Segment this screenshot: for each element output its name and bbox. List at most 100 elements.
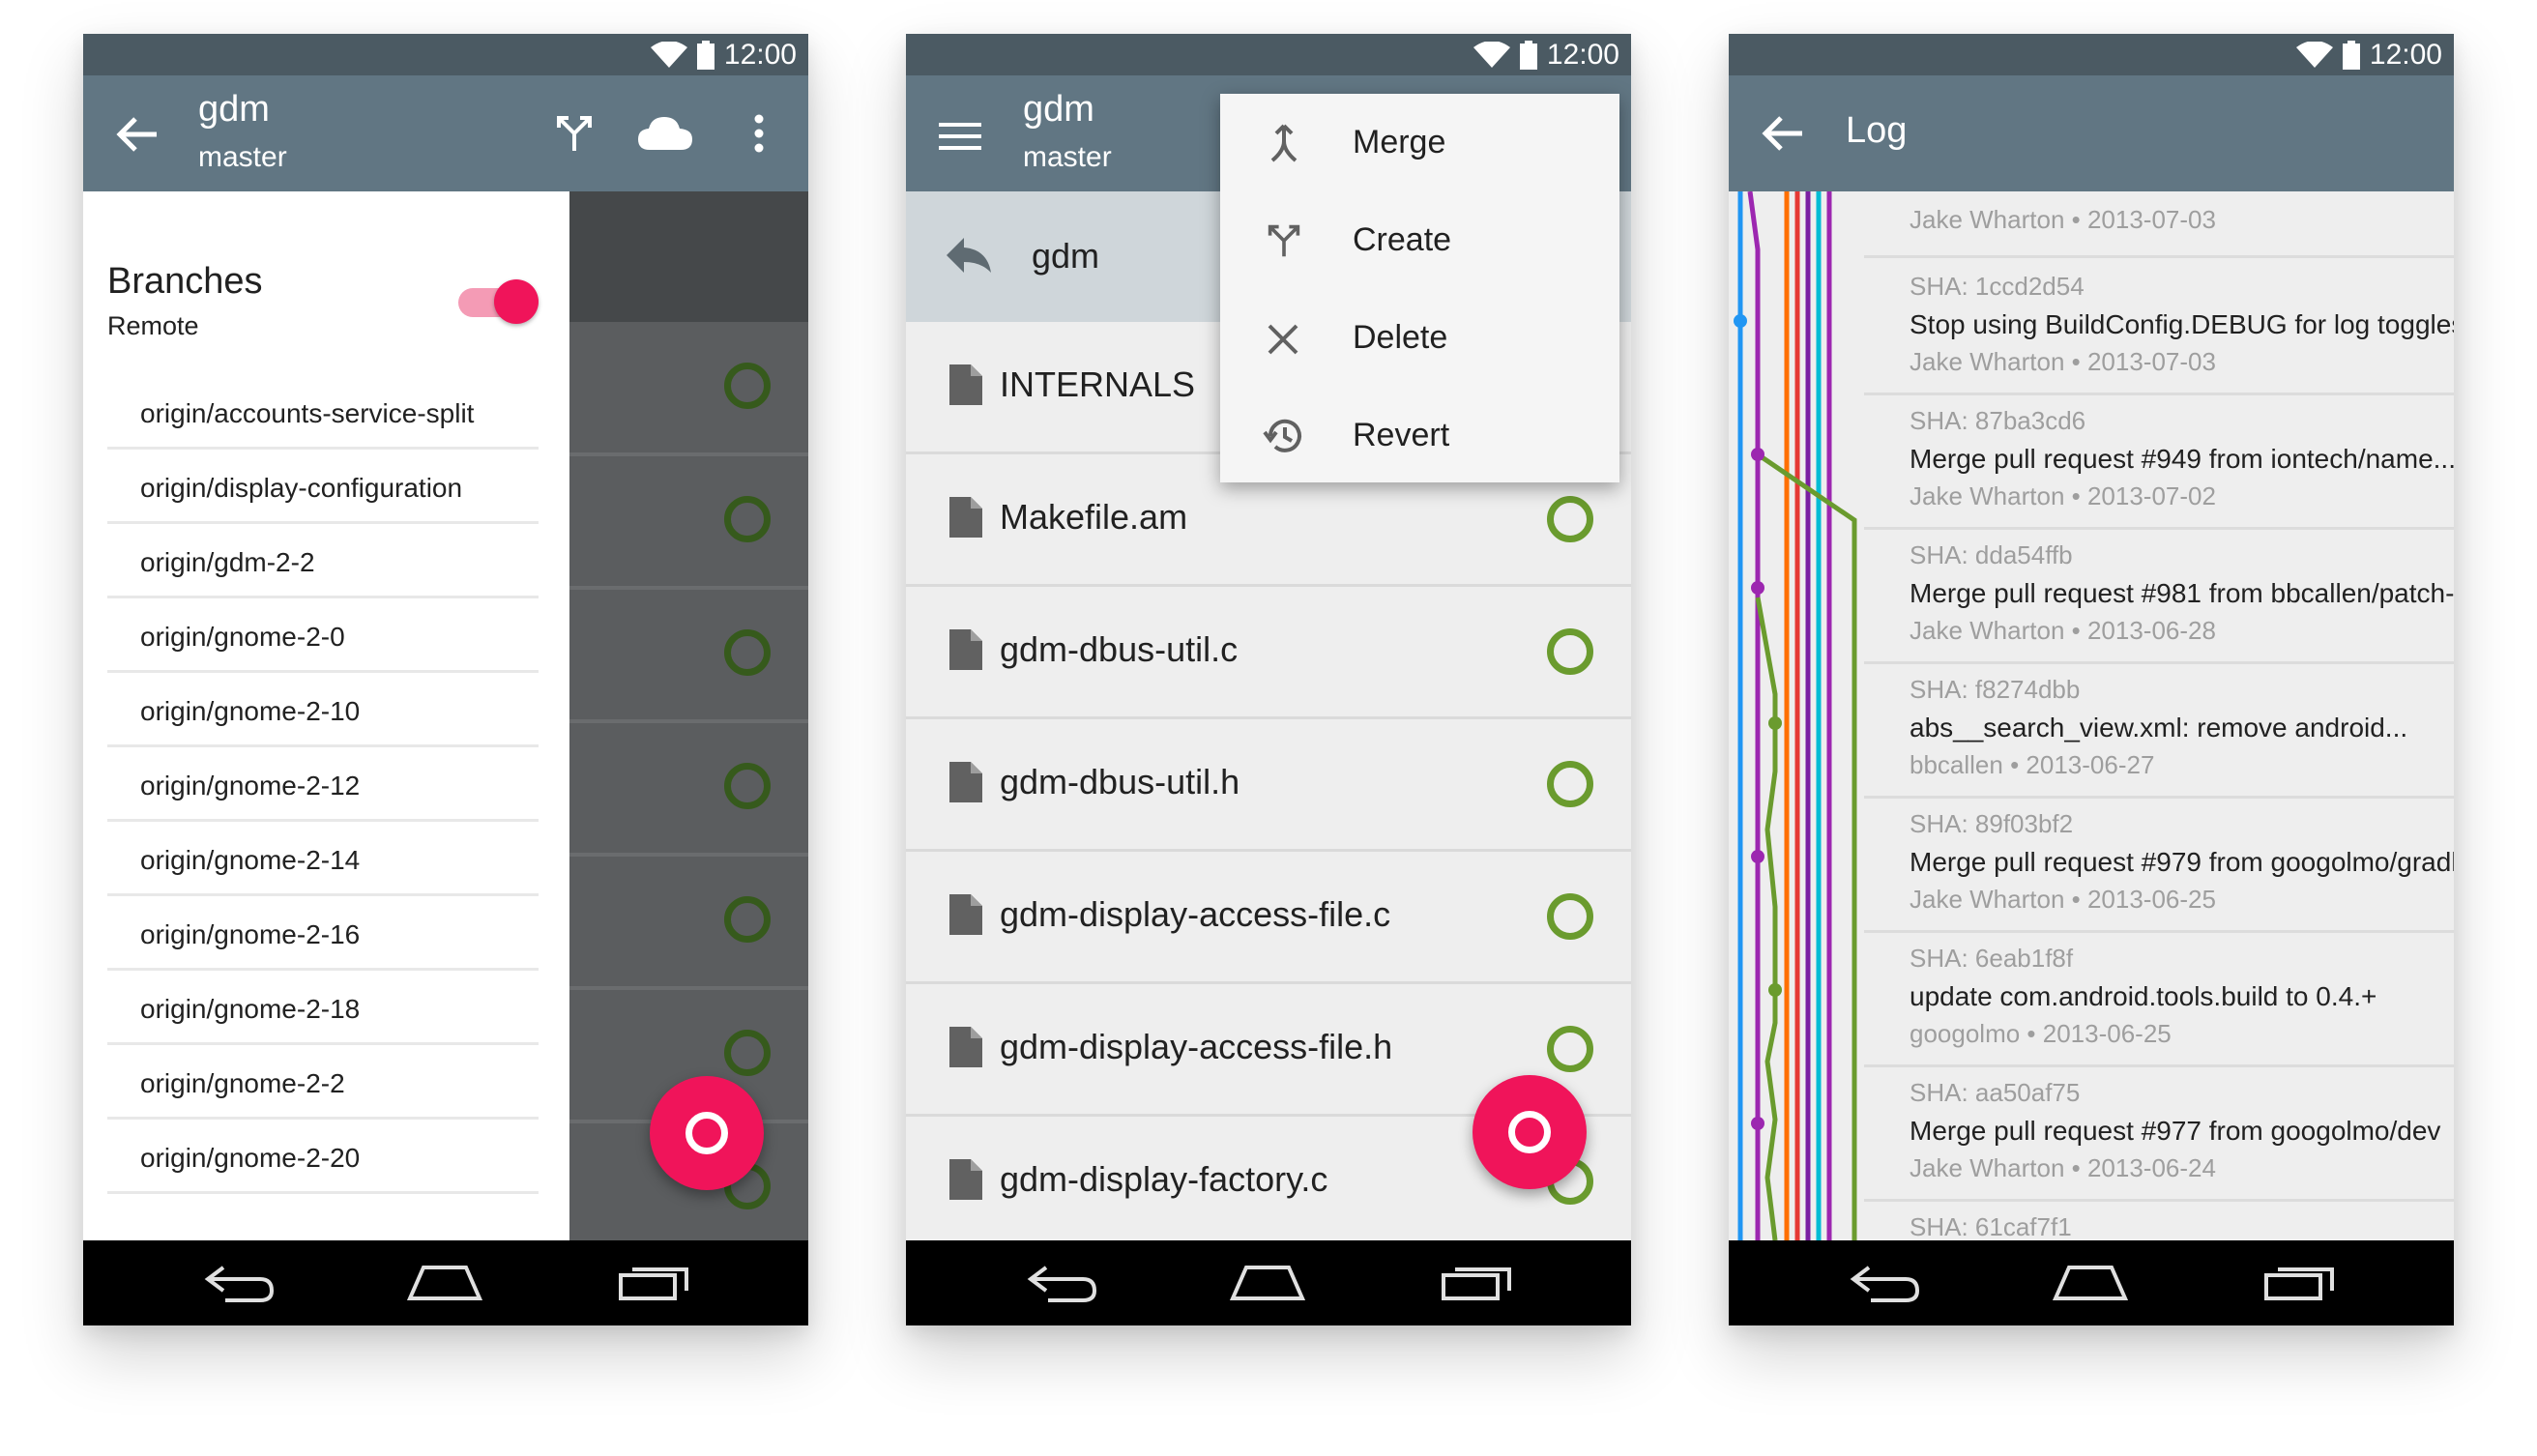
ring-icon xyxy=(1508,1111,1551,1153)
nav-back-icon[interactable] xyxy=(1027,1262,1098,1304)
menu-item-label: Delete xyxy=(1353,319,1448,356)
log-item[interactable]: SHA: 6eab1f8f update com.android.tools.b… xyxy=(1864,930,2454,1067)
app-bar: Log xyxy=(1729,75,2454,191)
commit-message: Merge pull request #949 from iontech/nam… xyxy=(1910,444,2454,474)
dimmed-parent-row xyxy=(569,191,808,322)
file-icon xyxy=(949,364,982,405)
status-time: 12:00 xyxy=(1546,39,1619,71)
commit-meta: Jake Wharton • 2013-06-25 xyxy=(1910,885,2216,914)
commit-meta: Jake Wharton • 2013-07-02 xyxy=(1910,481,2216,510)
call-split-icon xyxy=(557,116,592,151)
file-icon xyxy=(949,762,982,802)
menu-item-create[interactable]: Create xyxy=(1220,192,1619,289)
drawer-title: Branches xyxy=(107,261,263,302)
branch-label: origin/gnome-2-2 xyxy=(140,1068,345,1098)
branch-label: origin/gnome-2-10 xyxy=(140,696,361,726)
log-item[interactable]: SHA: f8274dbb abs__search_view.xml: remo… xyxy=(1864,661,2454,799)
branch-item[interactable]: origin/gnome-2-10 xyxy=(107,673,539,747)
log-item[interactable]: SHA: 1ccd2d54 Stop using BuildConfig.DEB… xyxy=(1864,258,2454,395)
overflow-menu-button[interactable] xyxy=(744,104,773,162)
navigation-bar xyxy=(83,1240,808,1325)
nav-home-icon[interactable] xyxy=(406,1262,483,1304)
file-row[interactable]: gdm-dbus-util.c xyxy=(906,587,1631,719)
status-ring-icon xyxy=(1547,628,1593,675)
toggle-thumb xyxy=(494,279,539,324)
nav-recents-icon[interactable] xyxy=(2262,1262,2338,1304)
menu-item-delete[interactable]: Delete xyxy=(1220,290,1619,387)
file-icon xyxy=(949,1027,982,1067)
hamburger-icon xyxy=(939,123,981,150)
commit-message: Stop using BuildConfig.DEBUG for log tog… xyxy=(1910,309,2454,339)
branch-item[interactable]: origin/display-configuration xyxy=(107,450,539,524)
branch-item[interactable]: origin/gnome-2-14 xyxy=(107,822,539,896)
commit-meta: Jake Wharton • 2013-06-24 xyxy=(1910,1153,2216,1182)
commit-message: Merge pull request #977 from googolmo/de… xyxy=(1910,1116,2441,1146)
branch-item[interactable]: origin/gnome-2-18 xyxy=(107,971,539,1045)
nav-recents-icon[interactable] xyxy=(1440,1262,1515,1304)
commit-message: update com.android.tools.build to 0.4.+ xyxy=(1910,981,2377,1011)
file-icon xyxy=(949,497,982,538)
more-vert-icon xyxy=(754,114,764,153)
file-name: Makefile.am xyxy=(1000,497,1188,537)
divider xyxy=(569,719,808,723)
cloud-icon xyxy=(638,117,692,150)
menu-item-revert[interactable]: Revert xyxy=(1220,388,1619,484)
nav-recents-icon[interactable] xyxy=(617,1262,692,1304)
back-button[interactable] xyxy=(110,107,164,161)
status-ring-icon xyxy=(1547,1026,1593,1072)
divider xyxy=(569,853,808,857)
arrow-back-icon xyxy=(116,117,157,152)
cloud-button[interactable] xyxy=(634,104,696,162)
menu-item-merge[interactable]: Merge xyxy=(1220,95,1619,191)
navigation-bar xyxy=(1729,1240,2454,1325)
branch-button[interactable] xyxy=(545,104,603,162)
branch-label: origin/gdm-2-2 xyxy=(140,547,315,577)
back-button[interactable] xyxy=(1756,106,1810,160)
branch-item[interactable]: origin/accounts-service-split xyxy=(107,375,539,450)
status-ring-icon xyxy=(724,896,771,943)
branch-item[interactable]: origin/gnome-2-12 xyxy=(107,747,539,822)
branch-label: origin/gnome-2-14 xyxy=(140,845,361,875)
parent-folder-label: gdm xyxy=(1032,236,1100,276)
file-name: gdm-display-access-file.c xyxy=(1000,894,1391,934)
file-row[interactable]: gdm-display-access-file.c xyxy=(906,852,1631,984)
branch-item[interactable]: origin/gnome-2-20 xyxy=(107,1120,539,1194)
commit-sha: SHA: 61caf7f1 xyxy=(1910,1212,2072,1240)
screen-title: Log xyxy=(1846,110,1908,151)
branch-item[interactable]: origin/gdm-2-2 xyxy=(107,524,539,598)
divider xyxy=(569,986,808,990)
nav-home-icon[interactable] xyxy=(2052,1262,2129,1304)
branch-label: origin/gnome-2-18 xyxy=(140,994,361,1024)
fab-button[interactable] xyxy=(1473,1075,1587,1189)
battery-icon xyxy=(1519,41,1537,70)
branch-item[interactable]: origin/gnome-2-2 xyxy=(107,1045,539,1120)
log-item[interactable]: SHA: 87ba3cd6 Merge pull request #949 fr… xyxy=(1864,393,2454,530)
log-item[interactable]: SHA: 89f03bf2 Merge pull request #979 fr… xyxy=(1864,796,2454,933)
status-time: 12:00 xyxy=(723,39,797,71)
branch-item[interactable]: origin/gnome-2-16 xyxy=(107,896,539,971)
log-item[interactable]: SHA: aa50af75 Merge pull request #977 fr… xyxy=(1864,1064,2454,1202)
fab-button[interactable] xyxy=(650,1076,764,1190)
file-row[interactable]: gdm-dbus-util.h xyxy=(906,719,1631,852)
log-item-partial[interactable]: SHA: 61caf7f1 xyxy=(1864,1199,2454,1240)
commit-meta: Jake Wharton • 2013-07-03 xyxy=(1910,205,2216,234)
log-item[interactable]: SHA: dda54ffb Merge pull request #981 fr… xyxy=(1864,527,2454,664)
status-ring-icon xyxy=(724,1030,771,1076)
navigation-bar xyxy=(906,1240,1631,1325)
commit-message: abs__search_view.xml: remove android... xyxy=(1910,713,2408,743)
log-item-partial[interactable]: Jake Wharton • 2013-07-03 xyxy=(1864,191,2454,258)
status-ring-icon xyxy=(724,496,771,542)
commit-sha: SHA: dda54ffb xyxy=(1910,540,2073,569)
branch-subtitle: master xyxy=(1023,141,1112,173)
nav-back-icon[interactable] xyxy=(1850,1262,1921,1304)
menu-button[interactable] xyxy=(933,109,987,163)
call-split-icon xyxy=(1268,224,1300,257)
files-screen: 12:00 gdm master gdm INTERNALS Makefile.… xyxy=(906,34,1631,1325)
nav-back-icon[interactable] xyxy=(204,1262,276,1304)
commit-sha: SHA: 87ba3cd6 xyxy=(1910,406,2086,435)
reply-icon xyxy=(947,238,991,273)
branch-item[interactable]: origin/gnome-2-0 xyxy=(107,598,539,673)
overflow-menu: Merge Create Delete Revert xyxy=(1220,94,1619,482)
close-icon xyxy=(1268,324,1298,355)
nav-home-icon[interactable] xyxy=(1229,1262,1306,1304)
